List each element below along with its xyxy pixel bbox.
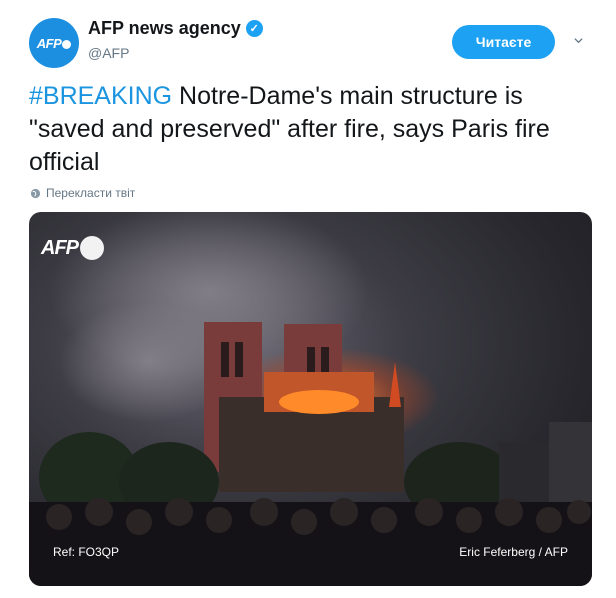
- hashtag-link[interactable]: #BREAKING: [29, 82, 172, 110]
- notre-dame-fire-scene: [29, 212, 592, 586]
- chevron-down-icon[interactable]: [574, 36, 583, 45]
- translate-label[interactable]: Перекласти твіт: [46, 186, 135, 200]
- translate-tweet-link[interactable]: Перекласти твіт: [30, 186, 135, 200]
- photo-ref: Ref: FO3QP: [53, 545, 120, 559]
- globe-icon: [30, 188, 41, 198]
- account-handle[interactable]: @AFP: [88, 45, 263, 61]
- following-button[interactable]: Читаєте: [452, 25, 555, 59]
- avatar[interactable]: AFP: [29, 18, 79, 68]
- afp-logo-dot: [80, 236, 104, 260]
- afp-logo: AFP: [37, 36, 72, 51]
- tweet-photo[interactable]: AFP Ref: FO3QP Eric Feferberg / AFP: [29, 212, 592, 586]
- verified-badge-icon: ✓: [245, 20, 263, 37]
- photo-credit: Eric Feferberg / AFP: [459, 545, 568, 559]
- display-name[interactable]: AFP news agency ✓: [88, 18, 263, 39]
- afp-watermark: AFP: [41, 236, 104, 260]
- display-name-text[interactable]: AFP news agency: [88, 18, 241, 39]
- account-header: AFP news agency ✓ @AFP: [88, 18, 263, 61]
- tweet-text: #BREAKING Notre-Dame's main structure is…: [29, 80, 594, 179]
